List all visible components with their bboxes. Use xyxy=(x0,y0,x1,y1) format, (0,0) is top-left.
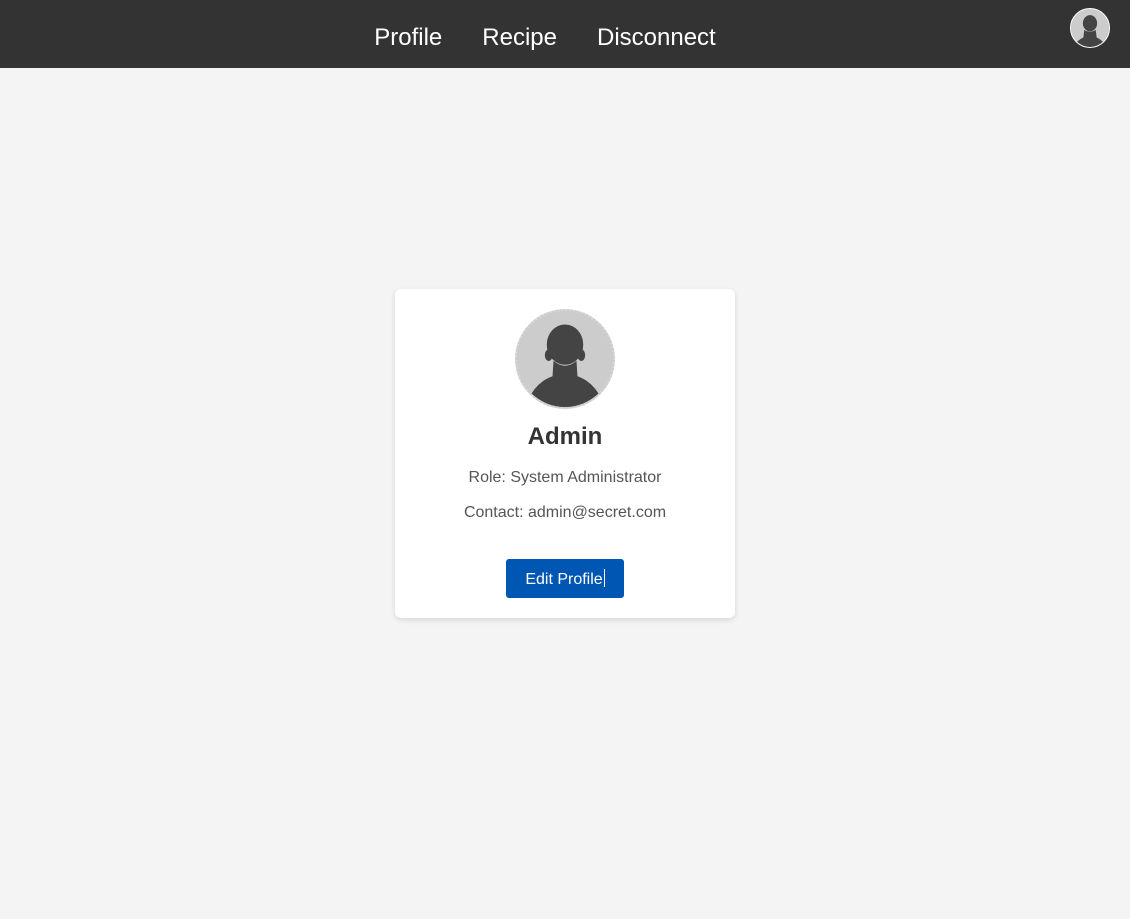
edit-profile-button[interactable]: Edit Profile xyxy=(506,559,624,598)
text-cursor xyxy=(603,568,605,587)
profile-contact: Contact: admin@secret.com xyxy=(463,504,667,521)
profile-name: Admin xyxy=(527,423,603,450)
top-navbar: Profile Recipe Disconnect xyxy=(0,0,1130,68)
nav-links: Profile Recipe Disconnect xyxy=(0,0,1090,68)
edit-profile-label: Edit Profile xyxy=(525,570,603,588)
nav-link-recipe[interactable]: Recipe xyxy=(482,24,557,52)
profile-role: Role: System Administrator xyxy=(468,469,662,486)
avatar-silhouette-icon xyxy=(1071,9,1109,47)
nav-link-disconnect[interactable]: Disconnect xyxy=(597,24,716,52)
nav-link-profile[interactable]: Profile xyxy=(374,24,442,52)
user-avatar-icon[interactable] xyxy=(1070,8,1110,48)
user-silhouette-icon xyxy=(515,309,615,409)
profile-card: Admin Role: System Administrator Contact… xyxy=(395,289,735,618)
